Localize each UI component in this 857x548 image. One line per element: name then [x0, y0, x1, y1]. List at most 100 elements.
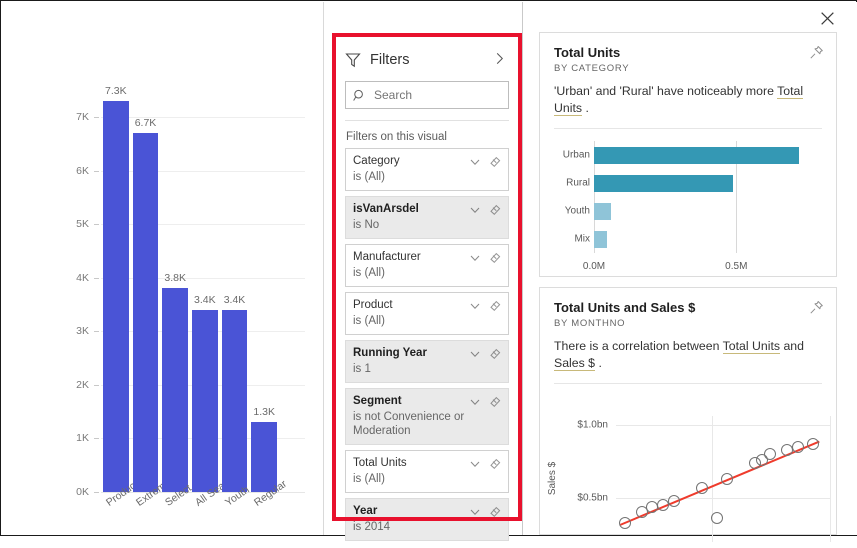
chevron-right-icon[interactable]: [490, 52, 509, 69]
desc-text-post: .: [595, 356, 602, 370]
bar-data-label: 1.3K: [253, 406, 275, 419]
chevron-down-icon[interactable]: [469, 457, 481, 469]
close-icon[interactable]: [819, 10, 837, 28]
clear-filter-eraser-icon[interactable]: [489, 155, 501, 168]
chevron-down-icon[interactable]: [469, 347, 481, 359]
category-label: Rural: [566, 177, 590, 189]
filter-field-name: Manufacturer: [353, 251, 421, 263]
scatter-plot[interactable]: $0.5bn $1.0bn Sales $: [540, 398, 836, 542]
filter-card[interactable]: Year is 2014: [345, 498, 509, 541]
clear-filter-eraser-icon[interactable]: [489, 347, 501, 360]
filter-condition: is (All): [353, 267, 385, 279]
bar[interactable]: [132, 133, 159, 492]
y-axis-label: 5K: [76, 218, 89, 231]
bar[interactable]: [594, 202, 612, 220]
y-axis-tick: [94, 492, 99, 493]
filter-card-list: Category is (All) isVanArsdel is No Manufact…: [345, 148, 509, 541]
y-axis-tick: [94, 331, 99, 333]
bar[interactable]: [221, 309, 248, 492]
chevron-down-icon[interactable]: [469, 505, 481, 517]
grid-line: [101, 277, 305, 279]
filter-field-name: Segment: [353, 395, 402, 407]
y-axis-tick: [94, 170, 99, 172]
y-axis-tick: [94, 384, 99, 386]
category-label: Urban: [562, 149, 590, 161]
filter-field-name: Category: [353, 155, 400, 167]
scatter-point[interactable]: [710, 512, 723, 525]
y-axis-label: 2K: [76, 378, 89, 391]
card-title: Total Units and Sales $: [554, 300, 696, 315]
app-window: 0K 1K 2K 3K 4K 5K 6K 7K 7.3K Productivity 6.7K Extr…: [0, 0, 857, 542]
scatter-point[interactable]: [806, 437, 819, 450]
grid-line: [830, 416, 831, 542]
y-axis-title: Sales $: [547, 461, 559, 496]
chevron-down-icon[interactable]: [469, 155, 481, 167]
desc-text-pre: 'Urban' and 'Rural' have noticeably more: [554, 84, 778, 98]
filter-condition: is (All): [353, 315, 385, 327]
grid-line: [101, 170, 305, 172]
chevron-down-icon[interactable]: [469, 203, 481, 215]
desc-text-post: .: [582, 101, 589, 115]
horizontal-bar-chart[interactable]: 0.0M 0.5M Urban Rural Youth Mix: [554, 135, 826, 272]
measure-link-sales[interactable]: Sales $: [554, 356, 596, 371]
chevron-down-icon[interactable]: [469, 395, 481, 407]
bar[interactable]: [594, 230, 607, 248]
clear-filter-eraser-icon[interactable]: [489, 251, 501, 264]
pin-icon[interactable]: [809, 45, 824, 60]
filter-card[interactable]: Segment is not Convenience or Moderation: [345, 388, 509, 445]
bar-data-label: 3.4K: [194, 293, 216, 306]
filter-field-name: Year: [353, 505, 378, 517]
card-description: There is a correlation between Total Uni…: [554, 338, 822, 372]
scatter-point[interactable]: [695, 481, 708, 494]
filter-condition: is (All): [353, 473, 385, 485]
measure-link-total-units[interactable]: Total Units: [722, 339, 781, 354]
chevron-down-icon[interactable]: [469, 251, 481, 263]
bar[interactable]: [192, 309, 218, 492]
filter-card[interactable]: Product is (All): [345, 292, 509, 335]
insight-card-total-units[interactable]: Total Units BY CATEGORY 'Urban' and 'Rur…: [539, 32, 837, 277]
bar[interactable]: [251, 422, 277, 492]
clear-filter-eraser-icon[interactable]: [489, 395, 501, 408]
filter-card[interactable]: isVanArsdel is No: [345, 196, 509, 239]
bar-chart-visual[interactable]: 0K 1K 2K 3K 4K 5K 6K 7K 7.3K Productivity 6.7K Extr…: [2, 2, 321, 535]
funnel-icon: [345, 52, 361, 68]
grid-line: [616, 424, 830, 426]
bar[interactable]: [594, 174, 734, 192]
insight-card-units-sales[interactable]: Total Units and Sales $ BY MONTHNO There…: [539, 287, 837, 542]
filter-card[interactable]: Running Year is 1: [345, 340, 509, 383]
scatter-point[interactable]: [721, 472, 734, 485]
desc-text-pre: There is a correlation between: [554, 339, 723, 353]
clear-filter-eraser-icon[interactable]: [489, 299, 501, 312]
pin-icon[interactable]: [809, 300, 824, 315]
bar-data-label: 3.8K: [164, 272, 186, 285]
y-axis-label: $1.0bn: [577, 419, 608, 431]
category-label: Youth: [564, 205, 590, 217]
clear-filter-eraser-icon[interactable]: [489, 203, 501, 216]
scatter-point[interactable]: [791, 440, 804, 453]
chevron-down-icon[interactable]: [469, 299, 481, 311]
y-axis-label: 1K: [76, 432, 89, 445]
bar[interactable]: [594, 146, 799, 164]
scatter-point[interactable]: [667, 494, 680, 507]
filter-field-name: Running Year: [353, 347, 427, 359]
card-description: 'Urban' and 'Rural' have noticeably more…: [554, 83, 822, 117]
bar[interactable]: [103, 100, 129, 492]
scatter-point[interactable]: [764, 448, 777, 460]
filter-condition: is not Convenience or Moderation: [353, 411, 465, 437]
search-icon: [353, 89, 366, 102]
filter-card[interactable]: Total Units is (All): [345, 450, 509, 493]
clear-filter-eraser-icon[interactable]: [489, 457, 501, 470]
scatter-point[interactable]: [618, 516, 631, 529]
y-axis-tick: [94, 438, 99, 440]
y-axis-label: 0K: [76, 486, 89, 498]
filter-card[interactable]: Category is (All): [345, 148, 509, 191]
filter-card[interactable]: Manufacturer is (All): [345, 244, 509, 287]
filter-condition: is (All): [353, 171, 385, 183]
bar[interactable]: [162, 288, 188, 492]
y-axis-label: 3K: [76, 325, 89, 338]
search-input[interactable]: Search: [345, 81, 509, 109]
bar-data-label: 7.3K: [105, 84, 127, 97]
filter-condition: is 2014: [353, 521, 391, 533]
clear-filter-eraser-icon[interactable]: [489, 505, 501, 518]
grid-line: [101, 224, 305, 226]
